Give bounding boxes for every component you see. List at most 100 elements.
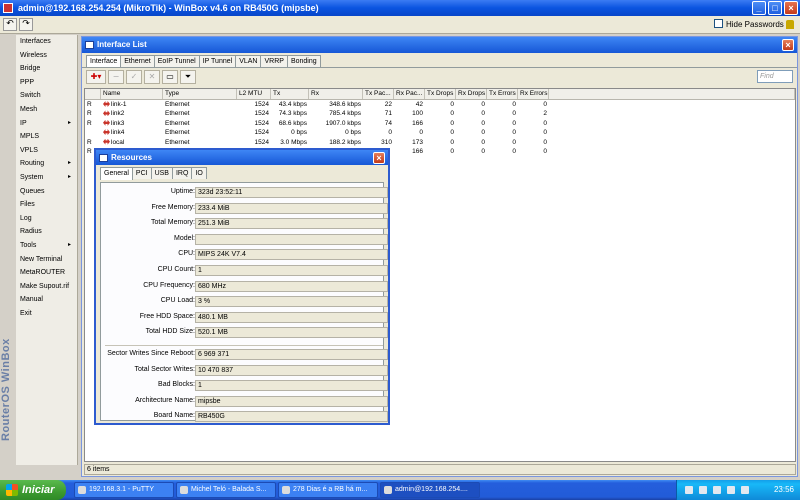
menu-item-mpls[interactable]: MPLS bbox=[16, 130, 77, 144]
menu-item-manual[interactable]: Manual bbox=[16, 293, 77, 307]
menu-item-radius[interactable]: Radius bbox=[16, 225, 77, 239]
menu-item-system[interactable]: System ▸ bbox=[16, 171, 77, 185]
cell-value: Ethernet bbox=[165, 110, 190, 118]
field-label: Free HDD Space: bbox=[139, 312, 195, 320]
tab-usb[interactable]: USB bbox=[150, 167, 173, 179]
add-button[interactable]: ✚▾ bbox=[86, 70, 106, 84]
checkbox-box[interactable] bbox=[714, 19, 723, 28]
taskbar-item[interactable]: admin@192.168.254.... bbox=[380, 482, 480, 498]
remove-button[interactable]: − bbox=[108, 70, 124, 84]
menu-item-interfaces[interactable]: Interfaces bbox=[16, 35, 77, 49]
table-row[interactable]: Rlink-1 Ethernet 1524 43.4 kbps 348.6 kbps 22… bbox=[85, 100, 795, 109]
menu-item-bridge[interactable]: Bridge bbox=[16, 62, 77, 76]
cell-value: 71 bbox=[384, 110, 392, 118]
maximize-icon[interactable]: □ bbox=[768, 1, 782, 15]
tab-vlan[interactable]: VLAN bbox=[235, 55, 262, 67]
menu-item-routing[interactable]: Routing ▸ bbox=[16, 157, 77, 171]
column-header[interactable]: Name bbox=[101, 89, 163, 99]
tab-vrrp[interactable]: VRRP bbox=[260, 55, 288, 67]
taskbar-item[interactable]: 278 Dias é a RB há m... bbox=[278, 482, 378, 498]
menu-item-tools[interactable]: Tools ▸ bbox=[16, 239, 77, 253]
redo-button[interactable]: ↷ bbox=[19, 18, 33, 31]
tray-security-icon[interactable] bbox=[699, 486, 707, 494]
close-icon[interactable]: × bbox=[373, 152, 385, 164]
column-header[interactable]: Rx Errors bbox=[518, 89, 549, 99]
tab-ethernet[interactable]: Ethernet bbox=[120, 55, 155, 67]
menu-item-switch[interactable]: Switch bbox=[16, 89, 77, 103]
table-row[interactable]: Rlink3 Ethernet 1524 68.6 kbps 1907.0 kbps 74… bbox=[85, 119, 795, 128]
cell-type: Ethernet bbox=[163, 100, 237, 109]
ethernet-interface-icon bbox=[103, 119, 110, 126]
taskbar-item[interactable]: Michel Teló - Balada S... bbox=[176, 482, 276, 498]
resources-title-bar[interactable]: Resources × bbox=[96, 150, 388, 165]
field-value: 10 470 837 bbox=[195, 364, 388, 376]
tab-pci[interactable]: PCI bbox=[131, 167, 152, 179]
field-value: 480.1 MB bbox=[195, 311, 388, 323]
column-header[interactable]: L2 MTU bbox=[237, 89, 271, 99]
table-row[interactable]: Rlocal Ethernet 1524 3.0 Mbps 188.2 kbps 310 1… bbox=[85, 138, 795, 147]
column-header[interactable]: Tx Drops bbox=[425, 89, 456, 99]
tab-eoip-tunnel[interactable]: EoIP Tunnel bbox=[153, 55, 200, 67]
hide-passwords-label: Hide Passwords bbox=[726, 20, 784, 29]
menu-item-files[interactable]: Files bbox=[16, 198, 77, 212]
main-menu: Interfaces Wireless Bridge PPP Switch Mesh IP ▸… bbox=[16, 35, 78, 465]
column-header[interactable]: Rx Pac... bbox=[394, 89, 425, 99]
column-header[interactable]: Type bbox=[163, 89, 237, 99]
cell-value: 74.3 kbps bbox=[278, 110, 307, 118]
menu-item-mesh[interactable]: Mesh bbox=[16, 103, 77, 117]
cell-value: 166 bbox=[412, 119, 423, 127]
interface-list-title-bar[interactable]: Interface List × bbox=[82, 37, 797, 53]
menu-item-vpls[interactable]: VPLS bbox=[16, 144, 77, 158]
menu-item-ppp[interactable]: PPP bbox=[16, 76, 77, 90]
column-header[interactable]: Rx Drops bbox=[456, 89, 487, 99]
filter-icon[interactable]: ⏷ bbox=[180, 70, 196, 84]
menu-item-make-supout-rif[interactable]: Make Supout.rif bbox=[16, 280, 77, 294]
tab-bonding[interactable]: Bonding bbox=[286, 55, 321, 67]
field-value: 1 bbox=[195, 380, 388, 392]
table-row[interactable]: link4 Ethernet 1524 0 bps 0 bps 0 0 0 0 0 0 bbox=[85, 128, 795, 137]
cell-value: R bbox=[87, 138, 92, 146]
resource-field: Board Name: RB450G bbox=[101, 411, 388, 423]
menu-item-log[interactable]: Log bbox=[16, 212, 77, 226]
menu-item-exit[interactable]: Exit bbox=[16, 307, 77, 321]
tray-network-icon[interactable] bbox=[685, 486, 693, 494]
tab-ip-tunnel[interactable]: IP Tunnel bbox=[198, 55, 237, 67]
cell-rxd: 0 bbox=[456, 128, 487, 137]
column-header[interactable] bbox=[85, 89, 101, 99]
cell-value: 3.0 Mbps bbox=[280, 138, 307, 146]
disable-button[interactable]: ✕ bbox=[144, 70, 160, 84]
interface-list-title: Interface List bbox=[97, 40, 147, 49]
tab-general[interactable]: General bbox=[100, 167, 133, 180]
taskbar-item-label: Michel Teló - Balada S... bbox=[191, 486, 267, 493]
cell-rxd: 0 bbox=[456, 119, 487, 128]
close-icon[interactable]: × bbox=[782, 39, 794, 51]
enable-button[interactable]: ✓ bbox=[126, 70, 142, 84]
column-header[interactable]: Tx Errors bbox=[487, 89, 518, 99]
column-header[interactable]: Rx bbox=[309, 89, 363, 99]
menu-item-wireless[interactable]: Wireless bbox=[16, 49, 77, 63]
comment-icon[interactable]: ▭ bbox=[162, 70, 178, 84]
menu-item-queues[interactable]: Queues bbox=[16, 185, 77, 199]
close-icon[interactable]: × bbox=[784, 1, 798, 15]
table-row[interactable]: Rlink2 Ethernet 1524 74.3 kbps 785.4 kbps 71 1… bbox=[85, 109, 795, 118]
ethernet-interface-icon bbox=[103, 110, 110, 117]
menu-item-ip[interactable]: IP ▸ bbox=[16, 117, 77, 131]
cell-value: 0 bbox=[388, 129, 392, 137]
cell-rxd: 0 bbox=[456, 138, 487, 147]
column-header[interactable]: Tx bbox=[271, 89, 309, 99]
undo-button[interactable]: ↶ bbox=[3, 18, 17, 31]
find-input[interactable]: Find bbox=[757, 70, 793, 83]
hide-passwords-checkbox[interactable]: Hide Passwords bbox=[714, 19, 784, 29]
column-header[interactable]: Tx Pac... bbox=[363, 89, 394, 99]
menu-item-metarouter[interactable]: MetaROUTER bbox=[16, 266, 77, 280]
minimize-icon[interactable]: _ bbox=[752, 1, 766, 15]
tray-volume-icon[interactable] bbox=[727, 486, 735, 494]
tab-irq[interactable]: IRQ bbox=[171, 167, 193, 179]
start-button[interactable]: Iniciar bbox=[0, 480, 66, 500]
tray-app-icon[interactable] bbox=[741, 486, 749, 494]
taskbar-item[interactable]: 192.168.3.1 - PuTTY bbox=[74, 482, 174, 498]
menu-item-new-terminal[interactable]: New Terminal bbox=[16, 253, 77, 267]
tray-network-icon[interactable] bbox=[713, 486, 721, 494]
cell-value: 0 bbox=[543, 147, 547, 155]
tab-io[interactable]: IO bbox=[191, 167, 207, 179]
